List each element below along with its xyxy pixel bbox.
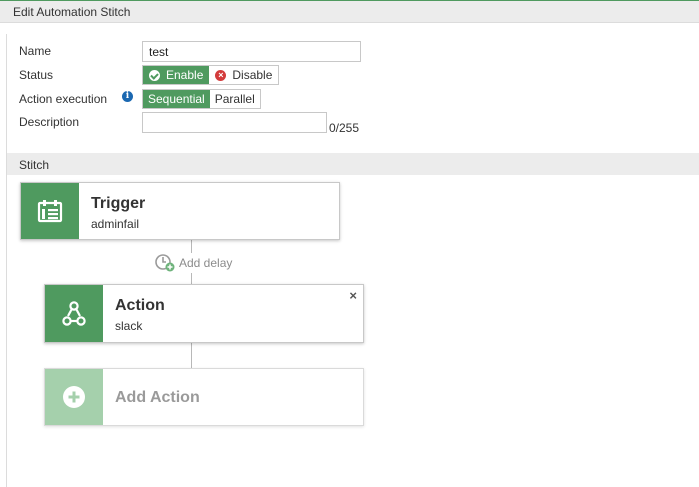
status-enable-option[interactable]: Enable (143, 66, 210, 84)
form-panel: Name Status Enable × Disable Action exec… (6, 34, 699, 487)
stitch-section-header: Stitch (7, 153, 699, 175)
action-icon-panel (45, 285, 103, 342)
action-subtitle: slack (115, 319, 143, 333)
plus-circle-icon (63, 386, 85, 408)
exec-parallel-option[interactable]: Parallel (209, 90, 260, 108)
add-action-card[interactable]: Add Action (44, 368, 364, 426)
add-delay-label: Add delay (179, 256, 233, 270)
x-circle-icon: × (215, 69, 227, 81)
trigger-card[interactable]: Trigger adminfail (20, 182, 340, 240)
description-label: Description (19, 115, 80, 129)
trigger-title: Trigger (91, 195, 146, 212)
exec-parallel-label: Parallel (214, 92, 255, 106)
webhook-icon (62, 300, 86, 326)
trigger-subtitle: adminfail (91, 217, 140, 231)
stitch-section-label: Stitch (19, 158, 50, 172)
action-title: Action (115, 297, 165, 314)
name-label: Name (19, 44, 52, 58)
remove-action-icon[interactable]: × (349, 289, 357, 302)
connector-line (191, 343, 192, 368)
dialog-header: Edit Automation Stitch (0, 1, 699, 23)
status-disable-label: Disable (232, 68, 273, 82)
action-execution-toggle: Sequential Parallel (142, 89, 261, 109)
status-enable-label: Enable (166, 68, 204, 82)
name-input[interactable] (142, 41, 361, 62)
status-label: Status (19, 68, 54, 82)
exec-sequential-label: Sequential (148, 92, 205, 106)
status-toggle: Enable × Disable (142, 65, 280, 85)
info-icon[interactable]: i (122, 91, 133, 102)
add-action-title: Add Action (115, 389, 200, 406)
trigger-icon-panel (21, 183, 79, 239)
action-card[interactable]: Action slack × (44, 284, 364, 343)
check-circle-icon (149, 69, 160, 81)
description-textarea[interactable] (142, 112, 327, 133)
add-action-icon-panel (45, 369, 103, 425)
action-execution-label: Action execution (19, 92, 108, 106)
dialog-title: Edit Automation Stitch (13, 5, 131, 19)
clock-plus-icon (155, 254, 175, 272)
exec-sequential-option[interactable]: Sequential (143, 90, 210, 108)
description-char-count: 0/255 (329, 121, 360, 135)
add-delay-button[interactable]: Add delay (155, 253, 235, 273)
status-disable-option[interactable]: × Disable (209, 66, 279, 84)
calendar-icon (37, 200, 63, 223)
